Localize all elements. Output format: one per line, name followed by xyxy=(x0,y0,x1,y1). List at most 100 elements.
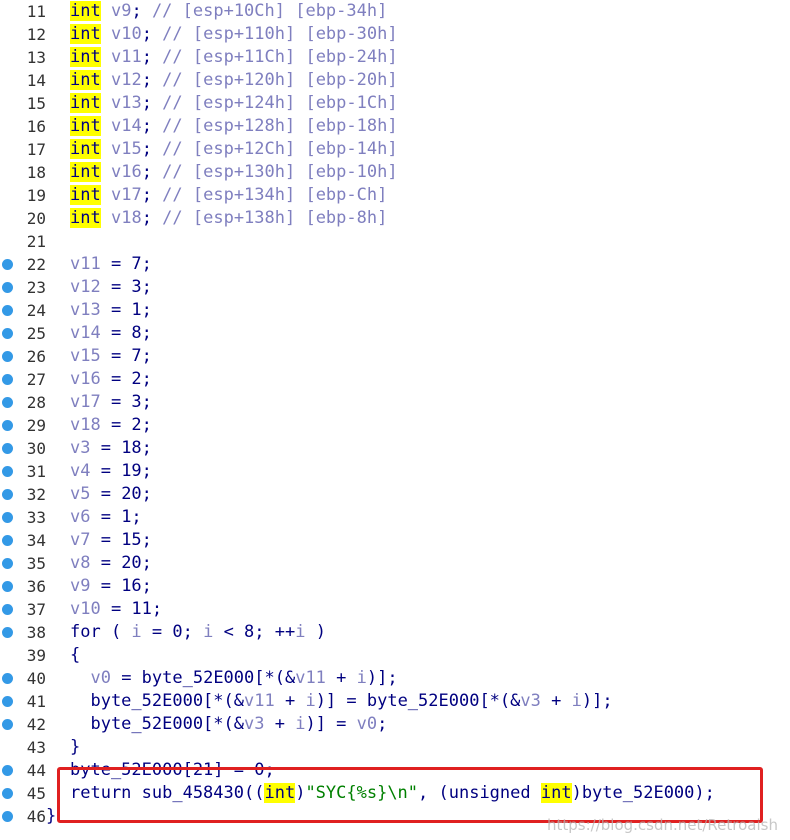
code-text: int v13; // [esp+124h] [ebp-1Ch] xyxy=(70,93,398,113)
code-line: 24 v13 = 1; xyxy=(0,299,790,322)
code-text: byte_52E000[*(&v3 + i)] = v0; xyxy=(70,714,388,734)
line-number: 27 xyxy=(26,370,46,389)
code-line: 13 int v11; // [esp+11Ch] [ebp-24h] xyxy=(0,46,790,69)
code-line: 31 v4 = 19; xyxy=(0,460,790,483)
code-text: v13 = 1; xyxy=(70,300,152,320)
watermark: https://blog.csdn.net/Retroaish xyxy=(546,816,778,834)
code-line: 34 v7 = 15; xyxy=(0,529,790,552)
line-number: 36 xyxy=(26,577,46,596)
line-number: 14 xyxy=(26,71,46,90)
line-number: 43 xyxy=(26,738,46,757)
code-text: } xyxy=(70,737,81,757)
code-text: v10 = 11; xyxy=(70,599,163,619)
code-line: 37 v10 = 11; xyxy=(0,598,790,621)
code-text: v6 = 1; xyxy=(70,507,142,527)
code-line: 26 v15 = 7; xyxy=(0,345,790,368)
code-line: 36 v9 = 16; xyxy=(0,575,790,598)
code-line: 17 int v15; // [esp+12Ch] [ebp-14h] xyxy=(0,138,790,161)
line-number: 31 xyxy=(26,462,46,481)
line-number: 13 xyxy=(26,48,46,67)
code-text: v11 = 7; xyxy=(70,254,152,274)
code-text: int v17; // [esp+134h] [ebp-Ch] xyxy=(70,185,388,205)
line-number: 34 xyxy=(26,531,46,550)
code-text: int v14; // [esp+128h] [ebp-18h] xyxy=(70,116,398,136)
line-number: 44 xyxy=(26,761,46,780)
code-line: 11 int v9; // [esp+10Ch] [ebp-34h] xyxy=(0,0,790,23)
code-text: v9 = 16; xyxy=(70,576,152,596)
code-line: 28 v17 = 3; xyxy=(0,391,790,414)
code-text: } xyxy=(46,806,57,826)
line-number: 39 xyxy=(26,646,46,665)
code-line: 38 for ( i = 0; i < 8; ++i ) xyxy=(0,621,790,644)
line-number: 25 xyxy=(26,324,46,343)
line-number: 42 xyxy=(26,715,46,734)
line-number: 17 xyxy=(26,140,46,159)
code-text: int v18; // [esp+138h] [ebp-8h] xyxy=(70,208,388,228)
line-number: 15 xyxy=(26,94,46,113)
red-highlight-box xyxy=(57,767,763,823)
line-number: 16 xyxy=(26,117,46,136)
line-number: 19 xyxy=(26,186,46,205)
code-text: v18 = 2; xyxy=(70,415,152,435)
line-number: 41 xyxy=(26,692,46,711)
line-number: 38 xyxy=(26,623,46,642)
code-line: 42 byte_52E000[*(&v3 + i)] = v0; xyxy=(0,713,790,736)
code-text: int v10; // [esp+110h] [ebp-30h] xyxy=(70,24,398,44)
line-number: 26 xyxy=(26,347,46,366)
code-line: 35 v8 = 20; xyxy=(0,552,790,575)
code-text: int v9; // [esp+10Ch] [ebp-34h] xyxy=(70,1,388,21)
code-line: 20 int v18; // [esp+138h] [ebp-8h] xyxy=(0,207,790,230)
line-number: 23 xyxy=(26,278,46,297)
code-text: v4 = 19; xyxy=(70,461,152,481)
code-line: 16 int v14; // [esp+128h] [ebp-18h] xyxy=(0,115,790,138)
line-number: 33 xyxy=(26,508,46,527)
line-number: 32 xyxy=(26,485,46,504)
line-number: 45 xyxy=(26,784,46,803)
code-line: 32 v5 = 20; xyxy=(0,483,790,506)
code-line: 27 v16 = 2; xyxy=(0,368,790,391)
line-number: 30 xyxy=(26,439,46,458)
line-number: 28 xyxy=(26,393,46,412)
code-line: 19 int v17; // [esp+134h] [ebp-Ch] xyxy=(0,184,790,207)
code-line: 12 int v10; // [esp+110h] [ebp-30h] xyxy=(0,23,790,46)
code-line: 30 v3 = 18; xyxy=(0,437,790,460)
code-line: 33 v6 = 1; xyxy=(0,506,790,529)
code-line: 43} xyxy=(0,736,790,759)
line-number: 29 xyxy=(26,416,46,435)
code-line: 40 v0 = byte_52E000[*(&v11 + i)]; xyxy=(0,667,790,690)
code-line: 23 v12 = 3; xyxy=(0,276,790,299)
code-text: v5 = 20; xyxy=(70,484,152,504)
line-number: 18 xyxy=(26,163,46,182)
line-number: 12 xyxy=(26,25,46,44)
line-number: 20 xyxy=(26,209,46,228)
code-text: v15 = 7; xyxy=(70,346,152,366)
code-line: 14 int v12; // [esp+120h] [ebp-20h] xyxy=(0,69,790,92)
line-number: 46 xyxy=(26,807,46,826)
line-number: 11 xyxy=(26,2,46,21)
code-text: int v15; // [esp+12Ch] [ebp-14h] xyxy=(70,139,398,159)
code-line: 21 xyxy=(0,230,790,253)
code-line: 25 v14 = 8; xyxy=(0,322,790,345)
code-line: 22 v11 = 7; xyxy=(0,253,790,276)
code-text: v14 = 8; xyxy=(70,323,152,343)
code-text: int v16; // [esp+130h] [ebp-10h] xyxy=(70,162,398,182)
line-number: 24 xyxy=(26,301,46,320)
code-line: 18 int v16; // [esp+130h] [ebp-10h] xyxy=(0,161,790,184)
code-text: v12 = 3; xyxy=(70,277,152,297)
code-text: v7 = 15; xyxy=(70,530,152,550)
code-line: 39 { xyxy=(0,644,790,667)
code-line: 29 v18 = 2; xyxy=(0,414,790,437)
code-line: 41 byte_52E000[*(&v11 + i)] = byte_52E00… xyxy=(0,690,790,713)
code-line: 15 int v13; // [esp+124h] [ebp-1Ch] xyxy=(0,92,790,115)
line-number: 22 xyxy=(26,255,46,274)
line-number: 21 xyxy=(26,232,46,251)
code-text: int v12; // [esp+120h] [ebp-20h] xyxy=(70,70,398,90)
line-number: 35 xyxy=(26,554,46,573)
line-number: 37 xyxy=(26,600,46,619)
code-text: v8 = 20; xyxy=(70,553,152,573)
line-number: 40 xyxy=(26,669,46,688)
code-text: byte_52E000[*(&v11 + i)] = byte_52E000[*… xyxy=(70,691,613,711)
code-text: int v11; // [esp+11Ch] [ebp-24h] xyxy=(70,47,398,67)
code-text: { xyxy=(70,645,81,665)
code-text: v16 = 2; xyxy=(70,369,152,389)
